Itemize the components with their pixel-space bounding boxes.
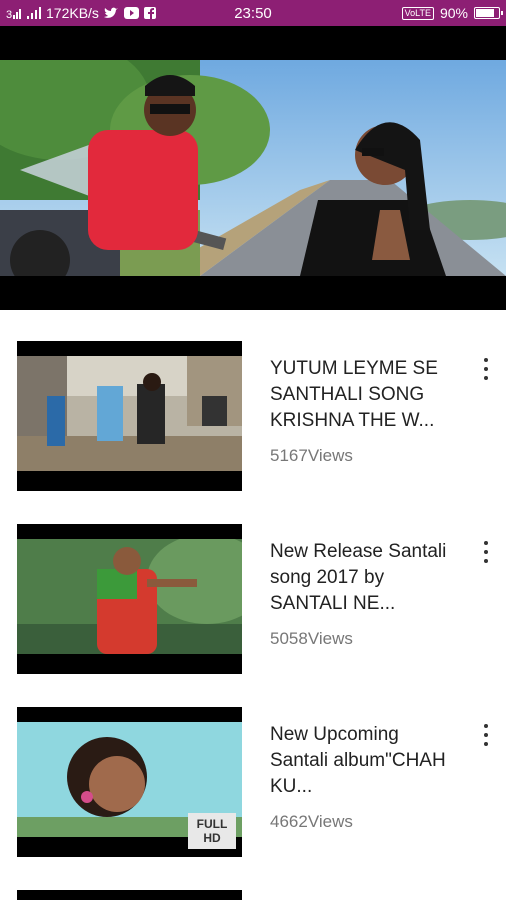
video-thumbnail[interactable] xyxy=(17,341,242,491)
video-title[interactable]: New Upcoming Santali album"CHAH KU... xyxy=(270,722,460,800)
video-player[interactable] xyxy=(0,26,506,310)
thumbnail-image xyxy=(17,539,242,654)
video-thumbnail[interactable] xyxy=(17,890,242,900)
video-title[interactable]: New Release Santali song 2017 by SANTALI… xyxy=(270,539,460,617)
video-thumbnail[interactable]: FULL HD xyxy=(17,707,242,857)
svg-text:3: 3 xyxy=(6,9,12,20)
volte-badge: VoLTE xyxy=(401,6,434,20)
video-views: 5167Views xyxy=(270,446,353,465)
battery-percent: 90% xyxy=(439,5,468,21)
twitter-icon xyxy=(103,7,119,19)
facebook-icon xyxy=(143,7,156,19)
video-thumbnail[interactable] xyxy=(17,524,242,674)
full-hd-badge: FULL HD xyxy=(188,813,236,849)
more-options-icon[interactable] xyxy=(478,541,494,563)
video-frame[interactable] xyxy=(0,60,506,276)
sim-signal-icon: 3 xyxy=(6,7,22,20)
thumbnail-image xyxy=(17,356,242,471)
battery-icon xyxy=(474,7,503,19)
video-list-item[interactable] xyxy=(0,859,506,900)
video-views: 4662Views xyxy=(270,812,353,831)
network-speed: 172KB/s xyxy=(46,5,99,21)
video-list-item[interactable]: YUTUM LEYME SE SANTHALI SONG KRISHNA THE… xyxy=(0,310,506,493)
more-options-icon[interactable] xyxy=(478,724,494,746)
youtube-icon xyxy=(123,7,139,19)
video-list-item[interactable]: New Release Santali song 2017 by SANTALI… xyxy=(0,493,506,676)
full-hd-badge-text: FULL HD xyxy=(196,817,228,845)
video-views: 5058Views xyxy=(270,629,353,648)
battery-level xyxy=(476,9,494,17)
video-title[interactable]: YUTUM LEYME SE SANTHALI SONG KRISHNA THE… xyxy=(270,356,460,434)
clock: 23:50 xyxy=(234,4,272,22)
more-options-icon[interactable] xyxy=(478,358,494,380)
status-bar: 3 172KB/s 23:50 VoLTE 90% xyxy=(0,0,506,26)
signal-bars-icon xyxy=(27,6,41,20)
video-list-item[interactable]: FULL HD New Upcoming Santali album"CHAH K… xyxy=(0,676,506,859)
